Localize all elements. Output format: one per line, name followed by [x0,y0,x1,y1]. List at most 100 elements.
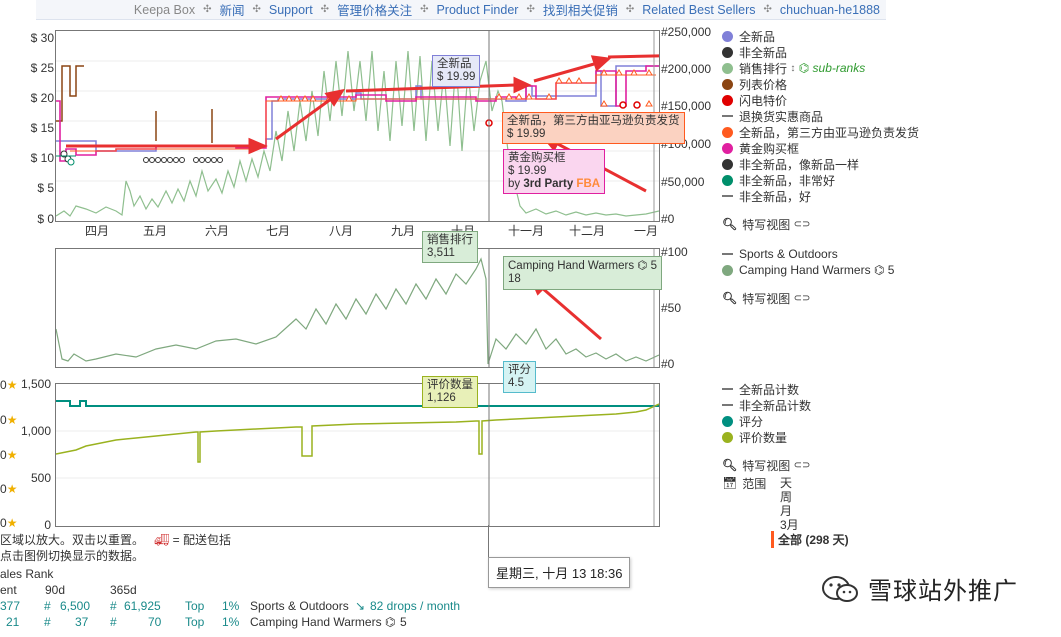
month-label: 七月 [266,224,291,238]
price-tick: $ 10 [30,151,54,165]
legend-item-warehouse[interactable]: 退换货实惠商品 [722,108,919,124]
month-label: 五月 [143,224,168,238]
legend-item-sales-rank[interactable]: 销售排行 ↕ ⌬ sub-ranks [722,60,919,76]
sales-col-current: ent [0,583,17,597]
sales-90d: 6,500 [60,599,91,613]
rating-chart-panel[interactable] [55,383,660,527]
nav-price-watch[interactable]: 管理价格关注 [337,0,412,19]
closeup-label: 特写视图 [742,291,791,306]
toggle-icon[interactable]: ⊂⊃ [794,293,811,304]
range-option-all[interactable]: 全部 (298 天) [771,531,849,548]
nav-news[interactable]: 新闻 [219,0,244,19]
star-icon: ★ [6,516,18,530]
subrank-tick: #100 [661,245,688,259]
hash-icon: # [110,615,117,629]
sales-pct: 1% [222,615,240,629]
tooltip-rating-title: 评分 [508,364,531,376]
subranks-link[interactable]: sub-ranks [813,61,866,75]
legend-label: 非全新品，像新品一样 [739,157,860,172]
sales-365d: 61,925 [124,599,161,613]
legend-item-buybox[interactable]: 黄金购买框 [722,140,919,156]
legend-dot [722,30,733,42]
legend-item-rating[interactable]: 评分 [722,413,811,429]
price-tick: $ 0 [37,212,54,226]
sales-category[interactable]: Camping Hand Warmers [250,615,382,629]
nav-support[interactable]: Support [269,3,313,17]
search-icon: 🔍︎ [722,458,738,472]
sales-rank-title: ales Rank [0,567,54,581]
subrank-tick: #0 [661,357,675,371]
legend-dot [722,62,733,74]
month-label: 四月 [85,224,110,238]
star-tick: 0★ [0,448,17,462]
range-options: 天 周 月 3月 [780,476,799,532]
sales-90d: 37 [75,615,89,629]
legend-item-sports[interactable]: Sports & Outdoors [722,246,894,262]
toggle-icon[interactable]: ⊂⊃ [794,219,811,230]
legend-item-rating-count[interactable]: 评价数量 [722,429,811,445]
star-tick-label: 0 [0,448,7,462]
rank-tick: #250,000 [661,25,712,39]
sitemap-icon: ⌬ [385,615,396,629]
sort-icon[interactable]: ↕ [790,63,795,74]
range-option-month[interactable]: 月 [780,504,799,518]
tooltip-new: 全新品 $ 19.99 [432,55,481,87]
nav-product-finder[interactable]: Product Finder [436,3,518,17]
search-icon: 🔍︎ [722,217,738,231]
nav-best-sellers[interactable]: Related Best Sellers [642,3,755,17]
legend-item-new-count[interactable]: 全新品计数 [722,381,811,397]
legend-dot [722,142,733,154]
closeup-toggle-1[interactable]: 🔍︎ 特写视图 ⊂⊃ [722,216,810,232]
rating-count-tick: 0 [44,518,51,532]
nav-separator-icon: ✣ [252,4,261,15]
tooltip-buybox-by: by [508,178,521,190]
legend-item-fba[interactable]: 全新品，第三方由亚马逊负责发货 [722,124,919,140]
star-tick: 0★ [0,413,17,427]
range-option-3month[interactable]: 3月 [780,518,799,532]
legend-item-camping[interactable]: Camping Hand Warmers ⌬ 5 [722,262,894,278]
toggle-icon[interactable]: ⊂⊃ [794,460,811,471]
legend-item-lightning[interactable]: 闪电特价 [722,92,919,108]
legend-item-used[interactable]: 非全新品 [722,44,919,60]
closeup-toggle-3[interactable]: 🔍︎ 特写视图 ⊂⊃ [722,457,810,473]
sitemap-icon: ⌬ [637,260,648,272]
tooltip-third-party-title: 全新品，第三方由亚马逊负责发货 [507,115,680,127]
price-tick: $ 25 [30,61,54,75]
range-option-week[interactable]: 周 [780,490,799,504]
sales-top: Top [185,615,205,629]
search-icon: 🔍︎ [722,291,738,305]
legend-label: Sports & Outdoors [739,247,838,261]
tooltip-rating-count-value: 1,126 [427,392,456,404]
nav-deals[interactable]: 找到相关促销 [543,0,618,19]
nav-separator-icon: ✣ [420,4,429,15]
wechat-icon [822,575,858,602]
legend-item-list-price[interactable]: 列表价格 [722,76,919,92]
tooltip-new-title: 全新品 [437,58,472,70]
legend-item-like-new[interactable]: 非全新品，像新品一样 [722,156,919,172]
closeup-toggle-2[interactable]: 🔍︎ 特写视图 ⊂⊃ [722,290,810,306]
range-option-day[interactable]: 天 [780,476,799,490]
delivery-truck-icon: 🚚︎ [154,533,170,547]
nav-user[interactable]: chuchuan-he1888 [780,3,880,17]
star-icon: ★ [6,378,18,392]
watermark: 雪球站外推广 [820,571,1018,606]
sales-365d: 70 [148,615,162,629]
nav-keepa-box[interactable]: Keepa Box [134,3,195,17]
legend-dash [722,195,733,197]
legend-dot [722,94,733,106]
sales-category[interactable]: Sports & Outdoors [250,599,349,613]
legend-item-new[interactable]: 全新品 [722,28,919,44]
star-icon: ★ [6,448,18,462]
legend-item-good[interactable]: 非全新品，好 [722,188,919,204]
tooltip-sales-rank-title: 销售排行 [427,234,473,246]
sales-pct: 1% [222,599,240,613]
tooltip-third-party: 全新品，第三方由亚马逊负责发货 $ 19.99 [502,112,685,144]
date-tooltip: 星期三, 十月 13 18:36 [488,557,631,588]
legend-price: 全新品 非全新品 销售排行 ↕ ⌬ sub-ranks 列表价格 闪电特价 退换… [722,28,919,204]
legend-item-used-count[interactable]: 非全新品计数 [722,397,811,413]
tooltip-rating-count: 评价数量 1,126 [422,376,478,408]
legend-dot [722,264,733,276]
closeup-label: 特写视图 [742,217,791,232]
legend-label: 销售排行 [739,61,788,76]
legend-item-very-good[interactable]: 非全新品，非常好 [722,172,919,188]
